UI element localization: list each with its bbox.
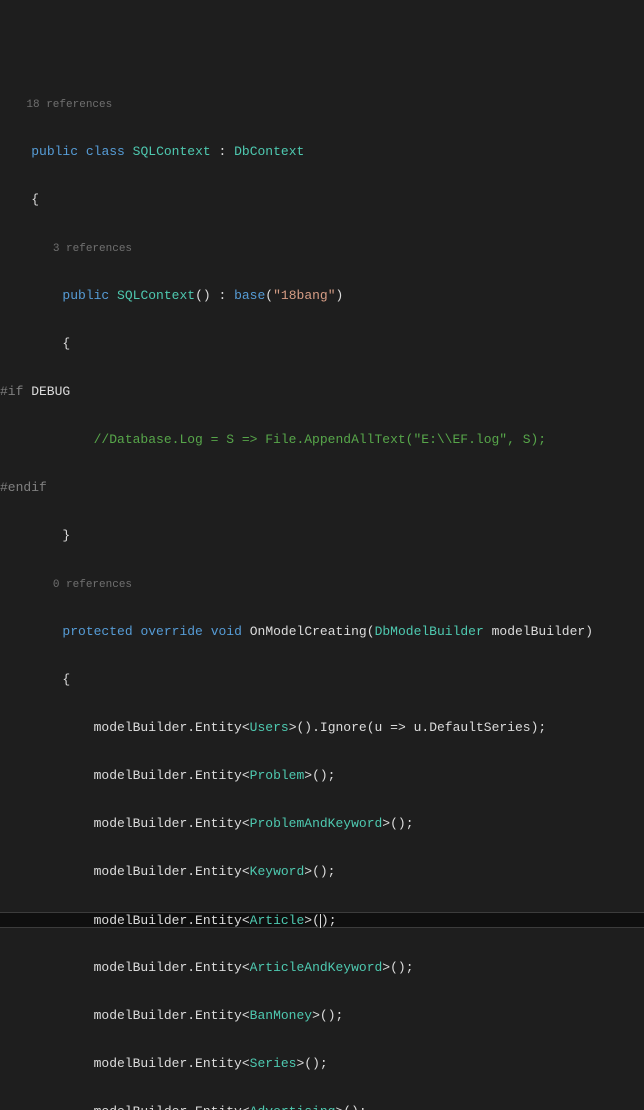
brace-open: { bbox=[62, 336, 70, 351]
param-name: modelBuilder bbox=[492, 624, 586, 639]
type-name: BanMoney bbox=[250, 1008, 312, 1023]
brace-close: } bbox=[62, 528, 70, 543]
type-name: Series bbox=[250, 1056, 297, 1071]
keyword-protected: protected bbox=[62, 624, 132, 639]
brace-open: { bbox=[62, 672, 70, 687]
keyword-void: void bbox=[211, 624, 242, 639]
code-line[interactable]: protected override void OnModelCreating(… bbox=[0, 624, 644, 640]
code-line[interactable]: //Database.Log = S => File.AppendAllText… bbox=[0, 432, 644, 448]
keyword-base: base bbox=[234, 288, 265, 303]
preprocessor-endif: #endif bbox=[0, 480, 47, 495]
comment: //Database.Log = S => File.AppendAllText… bbox=[94, 432, 546, 447]
ref-count: 18 references bbox=[0, 99, 112, 111]
code-line[interactable]: modelBuilder.Entity<Keyword>(); bbox=[0, 864, 644, 880]
code-editor[interactable]: 18 references public class SQLContext : … bbox=[0, 64, 644, 1110]
keyword-public: public bbox=[31, 144, 78, 159]
type-name: Advertising bbox=[250, 1104, 336, 1110]
code-line[interactable]: modelBuilder.Entity<Series>(); bbox=[0, 1056, 644, 1072]
keyword-class: class bbox=[86, 144, 125, 159]
keyword-override: override bbox=[140, 624, 202, 639]
preprocessor-if: #if bbox=[0, 384, 23, 399]
type-name: ProblemAndKeyword bbox=[250, 816, 383, 831]
ref-count: 0 references bbox=[0, 579, 132, 591]
code-line[interactable]: modelBuilder.Entity<Advertising>(); bbox=[0, 1104, 644, 1110]
keyword-public: public bbox=[62, 288, 109, 303]
code-line[interactable]: public SQLContext() : base("18bang") bbox=[0, 288, 644, 304]
type-name: Article bbox=[250, 913, 305, 928]
code-line[interactable]: modelBuilder.Entity<ProblemAndKeyword>()… bbox=[0, 816, 644, 832]
code-line[interactable]: public class SQLContext : DbContext bbox=[0, 144, 644, 160]
code-line-current[interactable]: modelBuilder.Entity<Article>(); bbox=[0, 912, 644, 928]
preprocessor-symbol: DEBUG bbox=[23, 384, 70, 399]
type-name: DbModelBuilder bbox=[375, 624, 484, 639]
code-line[interactable]: modelBuilder.Entity<ArticleAndKeyword>()… bbox=[0, 960, 644, 976]
code-line[interactable]: #if DEBUG bbox=[0, 384, 644, 400]
code-line[interactable]: { bbox=[0, 192, 644, 208]
brace-open: { bbox=[31, 192, 39, 207]
type-name: SQLContext bbox=[117, 288, 195, 303]
code-line[interactable]: } bbox=[0, 528, 644, 544]
code-line[interactable]: { bbox=[0, 672, 644, 688]
code-line[interactable]: { bbox=[0, 336, 644, 352]
string-literal: "18bang" bbox=[273, 288, 335, 303]
code-line[interactable]: modelBuilder.Entity<Problem>(); bbox=[0, 768, 644, 784]
type-name: SQLContext bbox=[133, 144, 211, 159]
type-name: DbContext bbox=[234, 144, 304, 159]
method-name: OnModelCreating bbox=[250, 624, 367, 639]
ref-count: 3 references bbox=[0, 243, 132, 255]
code-line[interactable]: modelBuilder.Entity<Users>().Ignore(u =>… bbox=[0, 720, 644, 736]
type-name: Problem bbox=[250, 768, 305, 783]
type-name: Keyword bbox=[250, 864, 305, 879]
type-name: ArticleAndKeyword bbox=[250, 960, 383, 975]
type-name: Users bbox=[250, 720, 289, 735]
code-line[interactable]: modelBuilder.Entity<BanMoney>(); bbox=[0, 1008, 644, 1024]
code-line[interactable]: #endif bbox=[0, 480, 644, 496]
